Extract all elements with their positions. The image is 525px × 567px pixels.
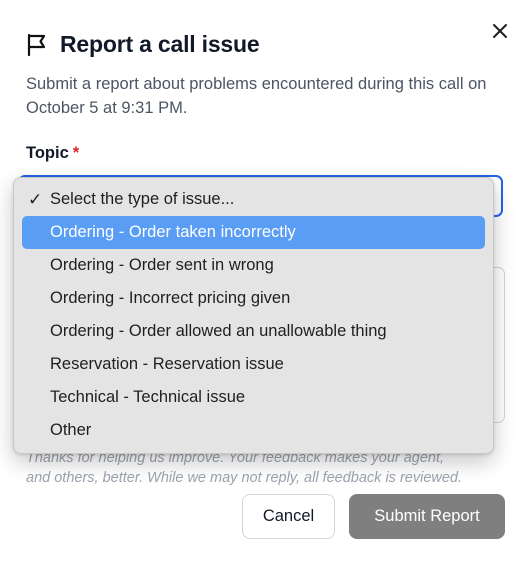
required-marker: * — [72, 144, 80, 162]
dropdown-option-label: Ordering - Order allowed an unallowable … — [50, 322, 387, 340]
footnote-line-2: and others, better. While we may not rep… — [26, 470, 463, 486]
dropdown-option[interactable]: Ordering - Incorrect pricing given — [22, 282, 485, 315]
dropdown-option[interactable]: Technical - Technical issue — [22, 381, 485, 414]
dropdown-option-label: Ordering - Order sent in wrong — [50, 256, 274, 274]
close-button[interactable] — [487, 18, 513, 44]
feedback-footnote: Thanks for helping us improve. Your feed… — [26, 448, 506, 488]
dialog-header: Report a call issue — [26, 31, 260, 58]
dropdown-option[interactable]: Other — [22, 414, 485, 447]
dropdown-option-label: Ordering - Order taken incorrectly — [50, 223, 296, 241]
dropdown-option-label: Technical - Technical issue — [50, 388, 246, 406]
dropdown-option-label: Ordering - Incorrect pricing given — [50, 289, 291, 307]
dropdown-option-label: Select the type of issue... — [50, 190, 235, 208]
checkmark-icon: ✓ — [28, 189, 43, 209]
topic-label-text: Topic — [26, 144, 69, 162]
dropdown-option-label: Reservation - Reservation issue — [50, 355, 284, 373]
submit-report-button[interactable]: Submit Report — [349, 494, 505, 539]
dialog-subtitle: Submit a report about problems encounter… — [26, 75, 487, 117]
close-icon — [493, 24, 507, 38]
topic-label: Topic * — [26, 144, 79, 163]
topic-dropdown-menu: ✓ Select the type of issue... Ordering -… — [13, 177, 494, 454]
dropdown-option-highlighted[interactable]: Ordering - Order taken incorrectly — [22, 216, 485, 249]
dropdown-option[interactable]: ✓ Select the type of issue... — [22, 183, 485, 216]
dialog-title: Report a call issue — [60, 31, 260, 57]
report-dialog: Report a call issue Submit a report abou… — [0, 0, 525, 567]
flag-icon — [27, 33, 46, 56]
dropdown-option[interactable]: Ordering - Order sent in wrong — [22, 249, 485, 282]
dropdown-option[interactable]: Ordering - Order allowed an unallowable … — [22, 315, 485, 348]
cancel-button[interactable]: Cancel — [242, 494, 335, 539]
dropdown-option-label: Other — [50, 421, 92, 439]
dropdown-option[interactable]: Reservation - Reservation issue — [22, 348, 485, 381]
